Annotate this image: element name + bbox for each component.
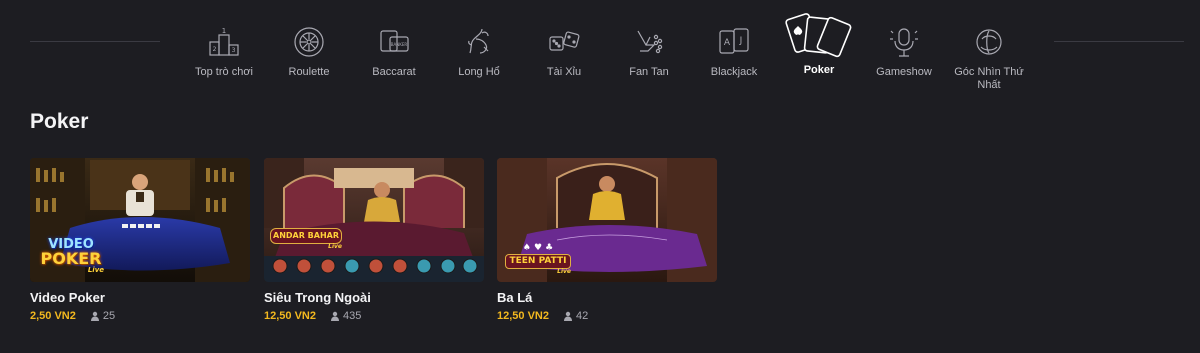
category-label: Poker (803, 64, 835, 76)
category-sic-bo[interactable]: Tài Xỉu (522, 22, 606, 79)
player-count-value: 435 (342, 310, 362, 322)
svg-text:2: 2 (213, 46, 217, 53)
player-count: 42 (563, 310, 588, 322)
game-meta: 12,50 VN2 435 (264, 310, 484, 322)
category-fan-tan[interactable]: Fan Tan (607, 22, 691, 79)
category-label: Baccarat (372, 66, 416, 78)
roulette-wheel-icon (289, 22, 329, 62)
svg-text:J: J (739, 36, 743, 46)
svg-text:A: A (724, 38, 731, 48)
svg-text:1: 1 (222, 27, 226, 35)
svg-text:BANKER: BANKER (391, 42, 408, 47)
game-title[interactable]: Ba Lá (497, 290, 717, 305)
category-first-person[interactable]: Góc Nhìn Thứ Nhất (947, 22, 1031, 92)
game-title[interactable]: Siêu Trong Ngoài (264, 290, 484, 305)
game-meta: 12,50 VN2 42 (497, 310, 717, 322)
category-label: Gameshow (876, 66, 932, 78)
category-blackjack[interactable]: A J Blackjack (692, 22, 776, 79)
category-poker[interactable]: Poker (777, 13, 861, 77)
category-nav: 1 2 3 Top trò chơi Roulette BANKER Bacca… (0, 0, 1200, 100)
min-bet: 2,50 VN2 (30, 310, 76, 322)
fan-tan-hand-icon (629, 22, 669, 62)
category-baccarat[interactable]: BANKER Baccarat (352, 22, 436, 79)
dragon-tiger-icon (459, 22, 499, 62)
first-person-view-icon (969, 22, 1009, 62)
game-thumbnail[interactable]: VIDEO POKER Live (30, 158, 250, 282)
category-gameshow[interactable]: Gameshow (862, 22, 946, 79)
betting-chips (272, 258, 478, 274)
category-roulette[interactable]: Roulette (267, 22, 351, 79)
svg-text:3: 3 (232, 47, 236, 54)
game-thumbnail[interactable]: ANDAR BAHAR Live (264, 158, 484, 282)
min-bet: 12,50 VN2 (264, 310, 316, 322)
dice-icon (544, 22, 584, 62)
user-icon (90, 311, 99, 321)
blackjack-cards-icon: A J (714, 22, 754, 62)
category-label: Blackjack (710, 66, 758, 78)
teen-patti-logo: ♠ ♥ ♣ TEEN PATTI Live (505, 244, 571, 275)
andar-bahar-logo: ANDAR BAHAR Live (270, 228, 342, 250)
category-label: Top trò chơi (195, 66, 253, 78)
player-count: 25 (90, 310, 115, 322)
game-meta: 2,50 VN2 25 (30, 310, 250, 322)
category-label: Tài Xỉu (546, 66, 582, 78)
category-label: Long Hổ (458, 66, 500, 78)
section-title: Poker (30, 110, 89, 133)
player-count-value: 42 (575, 310, 589, 322)
microphone-icon (884, 22, 924, 62)
game-thumbnail[interactable]: ♠ ♥ ♣ TEEN PATTI Live (497, 158, 717, 282)
category-dragon-tiger[interactable]: Long Hổ (437, 22, 521, 79)
user-icon (330, 311, 339, 321)
poker-cards-icon (784, 12, 854, 58)
game-title[interactable]: Video Poker (30, 290, 250, 305)
game-card-video-poker[interactable]: VIDEO POKER Live Video Poker 2,50 VN2 25 (30, 158, 250, 322)
player-count: 435 (330, 310, 361, 322)
video-poker-logo: VIDEO POKER Live (40, 237, 105, 274)
baccarat-cards-icon: BANKER (374, 22, 414, 62)
category-label: Fan Tan (629, 66, 669, 78)
game-card-teen-patti[interactable]: ♠ ♥ ♣ TEEN PATTI Live Ba Lá 12,50 VN2 42 (497, 158, 717, 322)
category-label: Roulette (288, 66, 330, 78)
min-bet: 12,50 VN2 (497, 310, 549, 322)
player-count-value: 25 (102, 310, 116, 322)
podium-icon: 1 2 3 (204, 22, 244, 62)
game-card-andar-bahar[interactable]: ANDAR BAHAR Live Siêu Trong Ngoài 12,50 … (264, 158, 484, 322)
category-label: Góc Nhìn Thứ Nhất (954, 66, 1024, 91)
user-icon (563, 311, 572, 321)
category-top-games[interactable]: 1 2 3 Top trò chơi (182, 22, 266, 79)
